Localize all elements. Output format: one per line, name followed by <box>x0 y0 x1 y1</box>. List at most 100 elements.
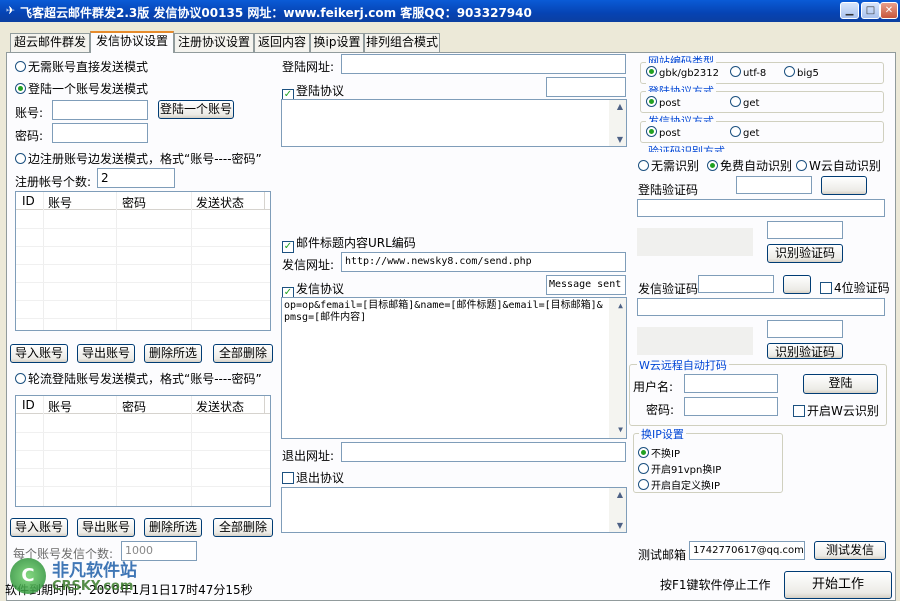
login-captcha-input[interactable] <box>736 176 812 194</box>
maximize-button[interactable]: □ <box>861 2 880 19</box>
col-send-status: 发送状态 <box>196 400 245 414</box>
account-input[interactable] <box>52 100 148 120</box>
tab-mass-mail[interactable]: 超云邮件群发 <box>10 33 90 52</box>
login-get-radio[interactable]: get <box>730 96 759 109</box>
login-captcha-image <box>637 228 753 256</box>
send-captcha-result-input[interactable] <box>767 320 843 338</box>
export-accounts-button-2[interactable]: 导出账号 <box>77 518 135 537</box>
send-post-radio[interactable]: post <box>646 126 681 139</box>
encoding-big5-radio[interactable]: big5 <box>784 66 819 79</box>
captcha-wcloud-radio[interactable]: W云自动识别 <box>796 157 881 174</box>
send-captcha-input[interactable] <box>698 275 774 293</box>
col-account: 账号 <box>48 400 73 414</box>
tab-return-content[interactable]: 返回内容 <box>254 33 310 52</box>
login-post-radio[interactable]: post <box>646 96 681 109</box>
account-label: 账号: <box>15 106 44 120</box>
tab-ip-settings[interactable]: 换ip设置 <box>310 33 364 52</box>
logout-protocol-textarea[interactable]: ▲ ▼ <box>281 487 627 533</box>
login-captcha-result-input[interactable] <box>767 221 843 239</box>
wcloud-login-button[interactable]: 登陆 <box>803 374 878 394</box>
username-input[interactable] <box>684 374 778 393</box>
password-input[interactable] <box>52 123 148 143</box>
encoding-gbk-radio[interactable]: gbk/gb2312 <box>646 66 719 79</box>
stop-hint-text: 按F1键软件停止工作 <box>660 578 771 592</box>
minimize-button[interactable]: ▁ <box>840 2 859 19</box>
login-captcha-refresh-button[interactable] <box>821 176 867 195</box>
table-header: ID 账号 密码 发送状态 <box>16 396 270 414</box>
password-label: 密码: <box>15 129 44 143</box>
col-send-status: 发送状态 <box>196 196 245 210</box>
login-recognize-button[interactable]: 识别验证码 <box>767 244 843 263</box>
start-work-button[interactable]: 开始工作 <box>784 571 892 599</box>
encoding-group-title: 网站编码类型 <box>646 53 716 63</box>
send-protocol-textarea[interactable]: op=op&femail=[目标邮箱]&name=[邮件标题]&email=[目… <box>281 297 627 439</box>
logout-url-input[interactable] <box>341 442 626 462</box>
four-digit-captcha-checkbox[interactable]: 4位验证码 <box>820 279 890 296</box>
import-accounts-button-2[interactable]: 导入账号 <box>10 518 68 537</box>
mode-no-account-radio[interactable]: 无需账号直接发送模式 <box>15 58 148 75</box>
tab-register-protocol[interactable]: 注册协议设置 <box>174 33 254 52</box>
delete-selected-button[interactable]: 删除所选 <box>144 344 202 363</box>
login-url-input[interactable] <box>341 54 626 74</box>
send-captcha-field[interactable] <box>637 298 885 316</box>
ip-91vpn-radio[interactable]: 开启91vpn换IP <box>638 461 721 476</box>
watermark-cn: 非凡软件站 <box>52 561 137 581</box>
tab-combination-mode[interactable]: 排列组合模式 <box>364 33 440 52</box>
login-status-field[interactable] <box>546 77 626 97</box>
app-icon: ✈ <box>5 4 16 17</box>
send-url-input[interactable]: http://www.newsky8.com/send.php <box>341 252 626 272</box>
watermark-en: CRSKY.com <box>52 579 134 594</box>
test-send-button[interactable]: 测试发信 <box>814 541 886 560</box>
delete-selected-button-2[interactable]: 删除所选 <box>144 518 202 537</box>
test-email-input[interactable]: 1742770617@qq.com <box>689 541 805 560</box>
enable-wcloud-checkbox[interactable]: 开启W云识别 <box>793 402 879 419</box>
col-id: ID <box>22 194 35 208</box>
mode-register-radio[interactable]: 边注册账号边发送模式，格式“账号----密码” <box>15 150 262 167</box>
send-captcha-refresh-button[interactable] <box>783 275 811 294</box>
subject-urlencode-checkbox[interactable]: ✓ 邮件标题内容URL编码 <box>282 234 416 253</box>
import-accounts-button[interactable]: 导入账号 <box>10 344 68 363</box>
wcloud-password-label: 密码: <box>646 403 675 417</box>
rotate-account-table[interactable]: ID 账号 密码 发送状态 <box>15 395 271 507</box>
remote-group-title: W云远程自动打码 <box>637 357 729 373</box>
watermark-logo-icon: C <box>10 558 46 594</box>
mode-rotate-radio[interactable]: 轮流登陆账号发送模式，格式“账号----密码” <box>15 370 262 387</box>
test-email-label: 测试邮箱 <box>638 548 687 562</box>
login-captcha-label: 登陆验证码 <box>638 183 699 197</box>
mode-login-one-radio[interactable]: 登陆一个账号发送模式 <box>15 80 148 97</box>
send-status-field[interactable]: Message sent <box>546 275 626 295</box>
ip-group-title: 换IP设置 <box>639 426 686 442</box>
login-captcha-field[interactable] <box>637 199 885 217</box>
encoding-utf8-radio[interactable]: utf-8 <box>730 66 766 79</box>
register-count-input[interactable]: 2 <box>97 168 175 188</box>
delete-all-button-2[interactable]: 全部删除 <box>213 518 273 537</box>
send-get-radio[interactable]: get <box>730 126 759 139</box>
login-one-account-button[interactable]: 登陆一个账号 <box>158 100 234 119</box>
logout-url-label: 退出网址: <box>282 449 335 463</box>
watermark: C 非凡软件站 CRSKY.com <box>10 555 160 599</box>
wcloud-password-input[interactable] <box>684 397 778 416</box>
close-button[interactable]: ✕ <box>880 2 898 19</box>
send-captcha-label: 发信验证码 <box>638 282 699 296</box>
ip-no-change-radio[interactable]: 不换IP <box>638 445 680 460</box>
col-password: 密码 <box>122 400 147 414</box>
col-account: 账号 <box>48 196 73 210</box>
ip-custom-radio[interactable]: 开启自定义换IP <box>638 477 720 492</box>
col-id: ID <box>22 398 35 412</box>
export-accounts-button[interactable]: 导出账号 <box>77 344 135 363</box>
login-url-label: 登陆网址: <box>282 60 335 74</box>
register-count-label: 注册帐号个数: <box>15 175 92 189</box>
tab-send-protocol[interactable]: 发信协议设置 <box>90 31 174 53</box>
col-password: 密码 <box>122 196 147 210</box>
captcha-group-title: 验证码识别方式 <box>646 143 727 152</box>
captcha-none-radio[interactable]: 无需识别 <box>638 157 699 174</box>
table-header: ID 账号 密码 发送状态 <box>16 192 270 210</box>
login-protocol-textarea[interactable]: ▲ ▼ <box>281 99 627 147</box>
username-label: 用户名: <box>633 380 674 394</box>
window-title: 飞客超云邮件群发2.3版 发信协议00135 网址：www.feikerj.co… <box>20 6 532 20</box>
captcha-free-radio[interactable]: 免费自动识别 <box>707 157 792 174</box>
logout-protocol-checkbox[interactable]: 退出协议 <box>282 469 344 486</box>
send-recognize-button[interactable]: 识别验证码 <box>767 343 843 359</box>
register-account-table[interactable]: ID 账号 密码 发送状态 <box>15 191 271 331</box>
delete-all-button[interactable]: 全部删除 <box>213 344 273 363</box>
